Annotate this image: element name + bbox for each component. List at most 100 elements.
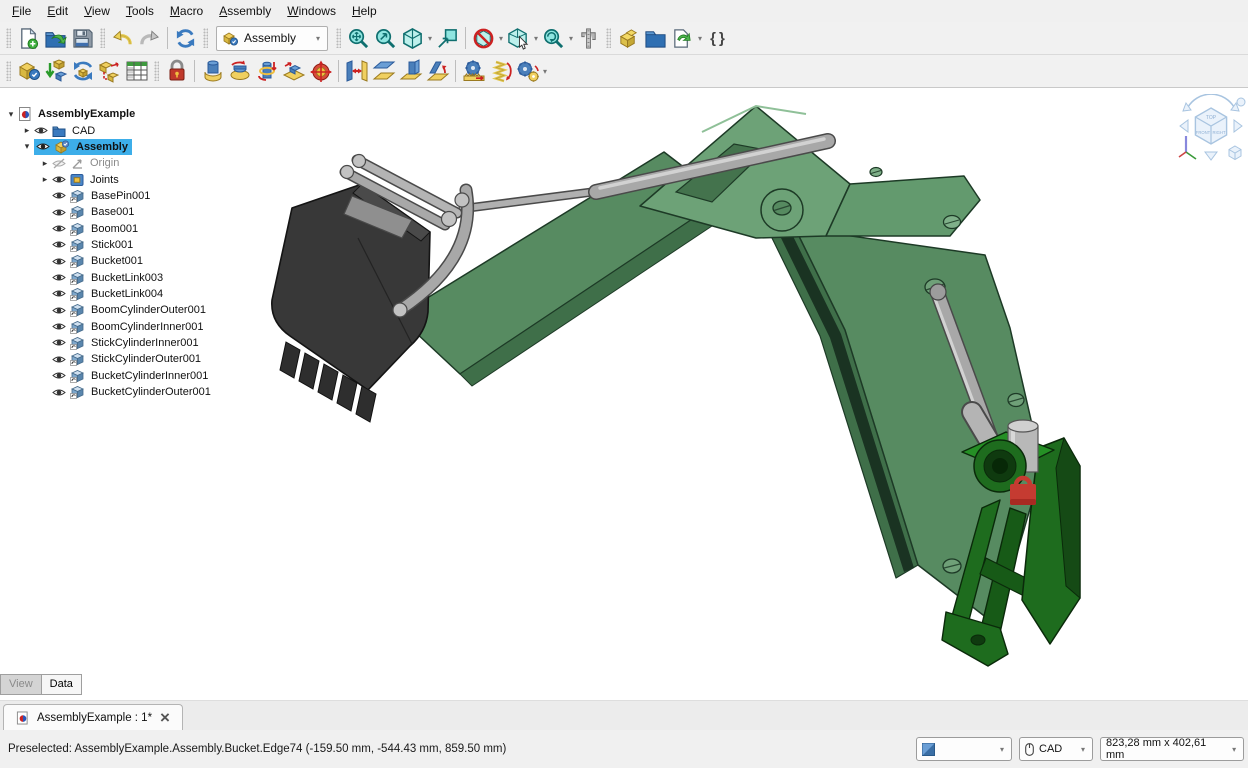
- tree-row-part[interactable]: Base001: [0, 204, 262, 220]
- tree-row-part[interactable]: BucketLink003: [0, 269, 262, 285]
- toolbar-drag-handle[interactable]: [203, 28, 208, 48]
- create-ball-joint-button[interactable]: [308, 59, 333, 84]
- create-fixed-joint-button[interactable]: [200, 59, 225, 84]
- eye-icon[interactable]: [34, 125, 48, 136]
- insert-component-button[interactable]: [43, 59, 68, 84]
- chevron-down-icon[interactable]: ▾: [426, 34, 434, 43]
- navcube-face-front[interactable]: FRONT: [1196, 130, 1211, 135]
- expander-open-icon[interactable]: ▾: [20, 141, 34, 152]
- create-simulation-button[interactable]: [97, 59, 122, 84]
- color-scheme-dropdown[interactable]: ▾: [916, 737, 1012, 761]
- menu-macro[interactable]: Macro: [162, 2, 211, 20]
- chevron-down-icon[interactable]: ▾: [696, 34, 704, 43]
- menu-windows[interactable]: Windows: [279, 2, 344, 20]
- make-link-button[interactable]: [670, 26, 695, 51]
- axonometric-view-button[interactable]: [400, 26, 425, 51]
- eye-icon[interactable]: [52, 370, 66, 381]
- create-rack-pinion-joint-button[interactable]: [461, 59, 486, 84]
- eye-icon[interactable]: [52, 321, 66, 332]
- fit-all-button[interactable]: [346, 26, 371, 51]
- save-document-button[interactable]: [70, 26, 95, 51]
- eye-icon[interactable]: [52, 354, 66, 365]
- undo-button[interactable]: [110, 26, 135, 51]
- redo-button[interactable]: [137, 26, 162, 51]
- open-document-button[interactable]: [43, 26, 68, 51]
- create-parallel-joint-button[interactable]: [371, 59, 396, 84]
- workbench-selector[interactable]: Assembly ▾: [216, 26, 328, 51]
- toolbar-drag-handle[interactable]: [6, 28, 11, 48]
- menu-edit[interactable]: Edit: [39, 2, 76, 20]
- create-cylindrical-joint-button[interactable]: [254, 59, 279, 84]
- eye-off-icon[interactable]: [52, 158, 66, 169]
- tree-row-part[interactable]: Bucket001: [0, 253, 262, 269]
- tree-row-part[interactable]: BucketLink004: [0, 286, 262, 302]
- measure-button[interactable]: [576, 26, 601, 51]
- eye-icon[interactable]: [52, 223, 66, 234]
- navigation-style-dropdown[interactable]: CAD ▾: [1019, 737, 1093, 761]
- eye-icon[interactable]: [52, 288, 66, 299]
- new-document-button[interactable]: [16, 26, 41, 51]
- refresh-button[interactable]: [173, 26, 198, 51]
- create-distance-joint-button[interactable]: [344, 59, 369, 84]
- tree-row-part[interactable]: Boom001: [0, 220, 262, 236]
- expander-closed-icon[interactable]: ▸: [38, 174, 52, 185]
- tree-row-part[interactable]: BoomCylinderInner001: [0, 318, 262, 334]
- eye-icon[interactable]: [52, 305, 66, 316]
- menu-view[interactable]: View: [76, 2, 118, 20]
- eye-icon[interactable]: [52, 190, 66, 201]
- fit-selection-button[interactable]: [373, 26, 398, 51]
- tree-row-joints[interactable]: ▸ Joints: [0, 171, 262, 187]
- toolbar-drag-handle[interactable]: [6, 61, 11, 81]
- tree-row-part[interactable]: StickCylinderOuter001: [0, 351, 262, 367]
- tree-row-assembly[interactable]: ▾ Assembly: [0, 139, 262, 155]
- eye-icon[interactable]: [36, 141, 50, 152]
- tab-view[interactable]: View: [0, 674, 42, 695]
- eye-icon[interactable]: [52, 337, 66, 348]
- tree-row-origin[interactable]: ▸ Origin: [0, 155, 262, 171]
- zoom-to-selection-button[interactable]: [435, 26, 460, 51]
- expander-open-icon[interactable]: ▾: [4, 109, 18, 120]
- expander-closed-icon[interactable]: ▸: [38, 158, 52, 169]
- tree-row-part[interactable]: BoomCylinderOuter001: [0, 302, 262, 318]
- tab-data[interactable]: Data: [41, 674, 82, 695]
- draw-style-button[interactable]: [506, 26, 531, 51]
- eye-icon[interactable]: [52, 387, 66, 398]
- document-tab[interactable]: AssemblyExample : 1* ×: [3, 704, 183, 730]
- tree-row-document[interactable]: ▾ AssemblyExample: [0, 106, 262, 122]
- expander-closed-icon[interactable]: ▸: [20, 125, 34, 136]
- chevron-down-icon[interactable]: ▾: [497, 34, 505, 43]
- rotate-view-button[interactable]: [541, 26, 566, 51]
- eye-icon[interactable]: [52, 174, 66, 185]
- navigation-cube[interactable]: TOP FRONT RIGHT: [1178, 94, 1246, 166]
- navcube-face-right[interactable]: RIGHT: [1212, 130, 1225, 135]
- create-planar-joint-button[interactable]: [281, 59, 306, 84]
- close-icon[interactable]: ×: [160, 711, 170, 725]
- eye-icon[interactable]: [52, 272, 66, 283]
- chevron-down-icon[interactable]: ▾: [541, 67, 549, 76]
- tree-row-part[interactable]: BucketCylinderOuter001: [0, 384, 262, 400]
- create-screw-joint-button[interactable]: [488, 59, 513, 84]
- eye-icon[interactable]: [52, 239, 66, 250]
- bill-of-materials-button[interactable]: [124, 59, 149, 84]
- eye-icon[interactable]: [52, 256, 66, 267]
- 3d-viewport[interactable]: TOP FRONT RIGHT ▾ AssemblyExample ▸ CAD: [0, 88, 1248, 674]
- chevron-down-icon[interactable]: ▾: [532, 34, 540, 43]
- menu-tools[interactable]: Tools: [118, 2, 162, 20]
- toolbar-drag-handle[interactable]: [606, 28, 611, 48]
- toolbar-drag-handle[interactable]: [154, 61, 159, 81]
- chevron-down-icon[interactable]: ▾: [567, 34, 575, 43]
- tree-row-part[interactable]: BucketCylinderInner001: [0, 368, 262, 384]
- create-perpendicular-joint-button[interactable]: [398, 59, 423, 84]
- navcube-left-arrow[interactable]: [1180, 120, 1188, 132]
- eye-icon[interactable]: [52, 207, 66, 218]
- menu-assembly[interactable]: Assembly: [211, 2, 279, 20]
- variable-set-button[interactable]: { }: [705, 26, 730, 51]
- menu-file[interactable]: File: [4, 2, 39, 20]
- create-revolute-joint-button[interactable]: [227, 59, 252, 84]
- view-size-dropdown[interactable]: 823,28 mm x 402,61 mm ▾: [1100, 737, 1244, 761]
- toolbar-drag-handle[interactable]: [100, 28, 105, 48]
- create-group-button[interactable]: [643, 26, 668, 51]
- solve-assembly-button[interactable]: [70, 59, 95, 84]
- toolbar-drag-handle[interactable]: [336, 28, 341, 48]
- navcube-right-arrow[interactable]: [1234, 120, 1242, 132]
